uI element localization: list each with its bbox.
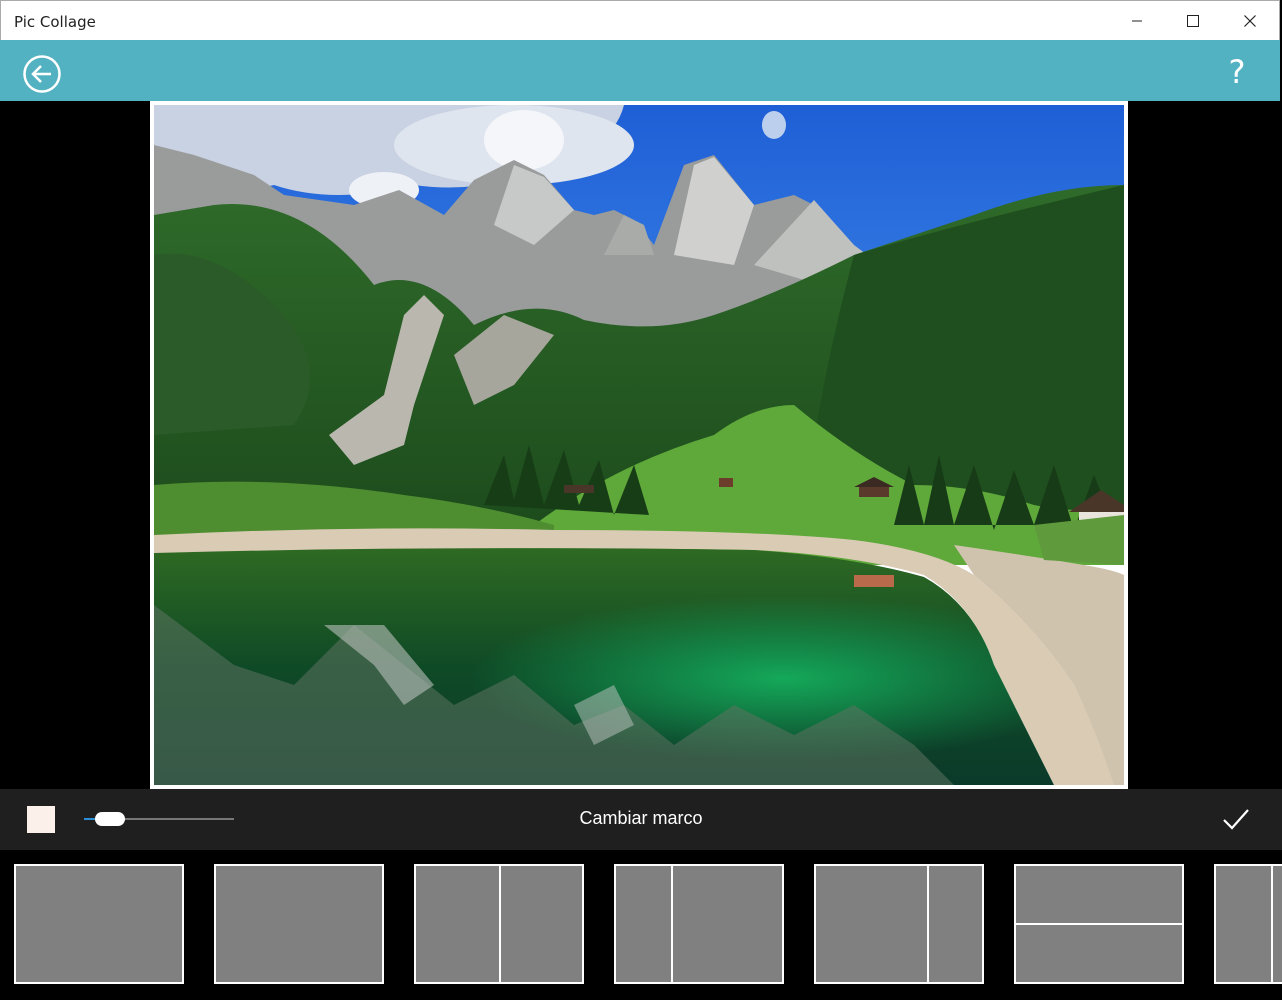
app-toolbar: ? [0, 40, 1280, 101]
frame-options-list [0, 850, 1282, 1000]
minimize-icon [1132, 20, 1142, 22]
arrow-left-circle-icon [23, 55, 61, 93]
confirm-button[interactable] [1220, 803, 1252, 835]
close-icon [1244, 15, 1256, 27]
frame-option-single-alt[interactable] [214, 864, 384, 984]
collage-canvas [0, 101, 1282, 789]
frame-divider [1016, 923, 1182, 925]
frame-option-single[interactable] [14, 864, 184, 984]
frame-divider [671, 866, 673, 982]
app-title: Pic Collage [14, 13, 96, 31]
maximize-icon [1187, 15, 1199, 27]
maximize-button[interactable] [1170, 1, 1216, 41]
frame-command-bar: Cambiar marco [0, 789, 1282, 850]
frame-divider [927, 866, 929, 982]
window-titlebar: Pic Collage [0, 0, 1280, 40]
frame-option-narrow-left[interactable] [614, 864, 784, 984]
frame-option-two-columns[interactable] [414, 864, 584, 984]
checkmark-icon [1223, 809, 1249, 830]
frame-divider [499, 866, 501, 982]
minimize-button[interactable] [1114, 1, 1160, 41]
frame-divider [1271, 866, 1273, 982]
bar-title: Cambiar marco [579, 808, 703, 828]
frame-option-partial[interactable] [1214, 864, 1282, 984]
landscape-photo [154, 105, 1124, 785]
back-button[interactable] [22, 54, 62, 94]
photo-frame[interactable] [150, 101, 1128, 789]
frame-option-two-rows[interactable] [1014, 864, 1184, 984]
close-button[interactable] [1227, 1, 1273, 41]
frame-option-narrow-right[interactable] [814, 864, 984, 984]
help-button[interactable]: ? [1222, 52, 1252, 92]
